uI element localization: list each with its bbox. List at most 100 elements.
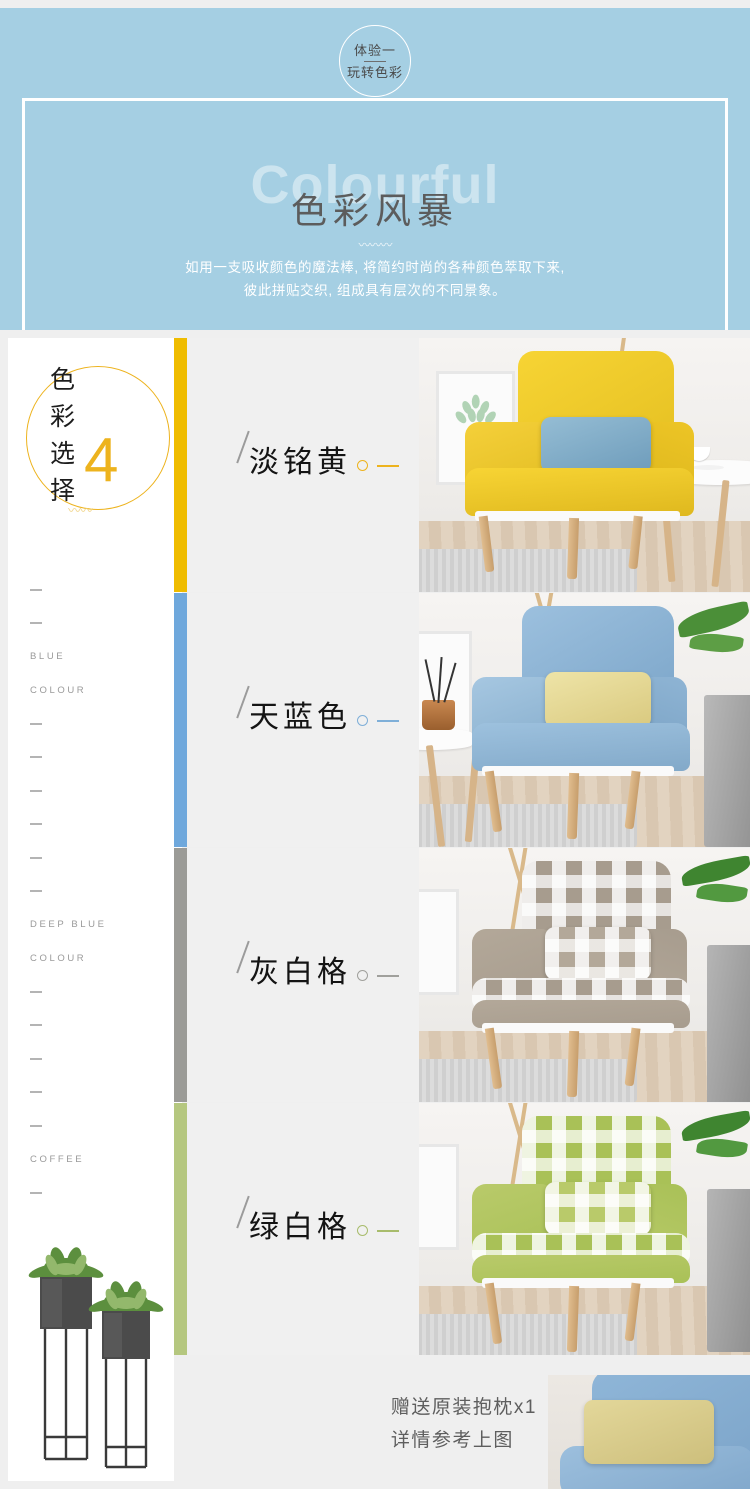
dash-icon (30, 1124, 42, 1127)
planter-illustration (14, 1245, 182, 1475)
dash-icon (30, 1191, 42, 1194)
room-scene (419, 848, 750, 1102)
room-scene (419, 1103, 750, 1357)
sidebar-legend-label: DEEP BLUE (30, 919, 107, 931)
badge-line-1: 体验一 (353, 42, 396, 58)
sidebar-legend-item (30, 607, 170, 641)
sidebar-legend-item (30, 1176, 170, 1210)
product-photo (419, 593, 750, 847)
planter-svg (28, 1247, 164, 1469)
color-label-panel: 淡铭黄 (187, 338, 419, 592)
sidebar-legend-item (30, 1042, 170, 1076)
color-option-row[interactable]: 灰白格 (174, 848, 750, 1102)
product-photo (419, 338, 750, 592)
color-swatch-bar (174, 1103, 187, 1357)
sidebar-legend-item (30, 808, 170, 842)
dash-marker-icon (377, 975, 399, 977)
color-swatch-bar (174, 593, 187, 847)
color-label-panel: 绿白格 (187, 1103, 419, 1357)
color-swatch-bar (174, 338, 187, 592)
pick-label: 色彩选择 (50, 366, 76, 505)
dash-marker-icon (377, 465, 399, 467)
dash-icon (30, 622, 42, 625)
hero-subtitle-line-1: 如用一支吸收颜色的魔法棒, 将简约时尚的各种颜色萃取下来, (185, 260, 565, 275)
circle-marker-icon (357, 460, 368, 471)
dash-marker-icon (377, 1230, 399, 1232)
dash-icon (30, 789, 42, 792)
color-swatch-bar (174, 848, 187, 1102)
sidebar-legend-item (30, 1009, 170, 1043)
hero-header: 体验一 玩转色彩 Colourful 色彩风暴 〰〰〰 如用一支吸收颜色的魔法棒… (0, 8, 750, 330)
sidebar-legend-item: BLUE (30, 640, 170, 674)
sidebar-legend-item: COFFEE (30, 1143, 170, 1177)
gift-note-text: 赠送原装抱枕x1 详情参考上图 (391, 1391, 537, 1457)
color-name-label: 绿白格 (249, 1211, 351, 1244)
badge-divider (364, 60, 386, 62)
dash-icon (30, 722, 42, 725)
product-photo (419, 848, 750, 1102)
color-name-label: 灰白格 (249, 956, 351, 989)
color-name-label: 天蓝色 (249, 701, 351, 734)
dash-icon (30, 990, 42, 993)
sidebar-card: 色彩选择 4 〰〰 BLUE COLOUR DEEP BLUE COLOUR COFFE… (8, 338, 182, 1481)
dash-icon (30, 588, 42, 591)
dash-icon (30, 1091, 42, 1094)
dash-marker-icon (377, 720, 399, 722)
sidebar-legend-label: COLOUR (30, 684, 87, 696)
slash-icon (236, 1195, 250, 1229)
color-label-panel: 灰白格 (187, 848, 419, 1102)
sidebar-legend-item (30, 1076, 170, 1110)
pillow-photo (548, 1375, 750, 1489)
slash-icon (236, 685, 250, 719)
color-name-label: 淡铭黄 (249, 446, 351, 479)
room-scene (419, 593, 750, 847)
dash-icon (30, 1024, 42, 1027)
sidebar-legend-item (30, 573, 170, 607)
sidebar-legend-item (30, 741, 170, 775)
sidebar-legend-item: DEEP BLUE (30, 908, 170, 942)
color-option-rows: 淡铭黄 天蓝色 灰白格 绿白格 (174, 338, 750, 1358)
dash-icon (30, 1057, 42, 1060)
gift-note-line-2: 详情参考上图 (390, 1430, 514, 1451)
color-option-row[interactable]: 绿白格 (174, 1103, 750, 1357)
hero-subtitle-line-2: 彼此拼贴交织, 组成具有层次的不同景象。 (243, 283, 507, 298)
dash-icon (30, 823, 42, 826)
sidebar-legend-item (30, 841, 170, 875)
pick-count: 4 (84, 426, 119, 495)
color-option-row[interactable]: 天蓝色 (174, 593, 750, 847)
pillow-cushion (584, 1400, 714, 1464)
circle-marker-icon (357, 715, 368, 726)
sidebar-legend-item (30, 975, 170, 1009)
sidebar-legend-item (30, 774, 170, 808)
page-title: 色彩风暴 (290, 190, 459, 231)
experience-badge: 体验一 玩转色彩 (339, 25, 411, 97)
product-photo (419, 1103, 750, 1357)
body-section: 色彩选择 4 〰〰 BLUE COLOUR DEEP BLUE COLOUR COFFE… (0, 330, 750, 1489)
sidebar-legend-label: COFFEE (30, 1153, 85, 1165)
dash-icon (30, 756, 42, 759)
slash-icon (236, 940, 250, 974)
wave-divider-icon: 〰〰〰 (358, 238, 392, 252)
sidebar-legend-item (30, 707, 170, 741)
sidebar-legend-label: BLUE (30, 651, 66, 663)
dash-icon (30, 890, 42, 893)
sidebar-wave-icon: 〰〰 (68, 503, 93, 518)
slash-icon (236, 430, 250, 464)
sidebar-legend-item (30, 1109, 170, 1143)
pillow-scene (548, 1375, 750, 1489)
sidebar-legend-item (30, 875, 170, 909)
dash-icon (30, 856, 42, 859)
color-label-panel: 天蓝色 (187, 593, 419, 847)
badge-line-2: 玩转色彩 (346, 64, 403, 80)
circle-marker-icon (357, 970, 368, 981)
sidebar-legend-label: COLOUR (30, 952, 87, 964)
sidebar-legend-list: BLUE COLOUR DEEP BLUE COLOUR COFFEE (30, 573, 170, 1210)
sidebar-legend-item: COLOUR (30, 942, 170, 976)
color-option-row[interactable]: 淡铭黄 (174, 338, 750, 592)
sidebar-legend-item: COLOUR (30, 674, 170, 708)
hero-subtitle: 如用一支吸收颜色的魔法棒, 将简约时尚的各种颜色萃取下来, 彼此拼贴交织, 组成… (0, 256, 750, 302)
gift-note-line-1: 赠送原装抱枕x1 (390, 1397, 537, 1418)
circle-marker-icon (357, 1225, 368, 1236)
room-scene (419, 338, 750, 592)
gift-note-section: 赠送原装抱枕x1 详情参考上图 (174, 1355, 750, 1489)
